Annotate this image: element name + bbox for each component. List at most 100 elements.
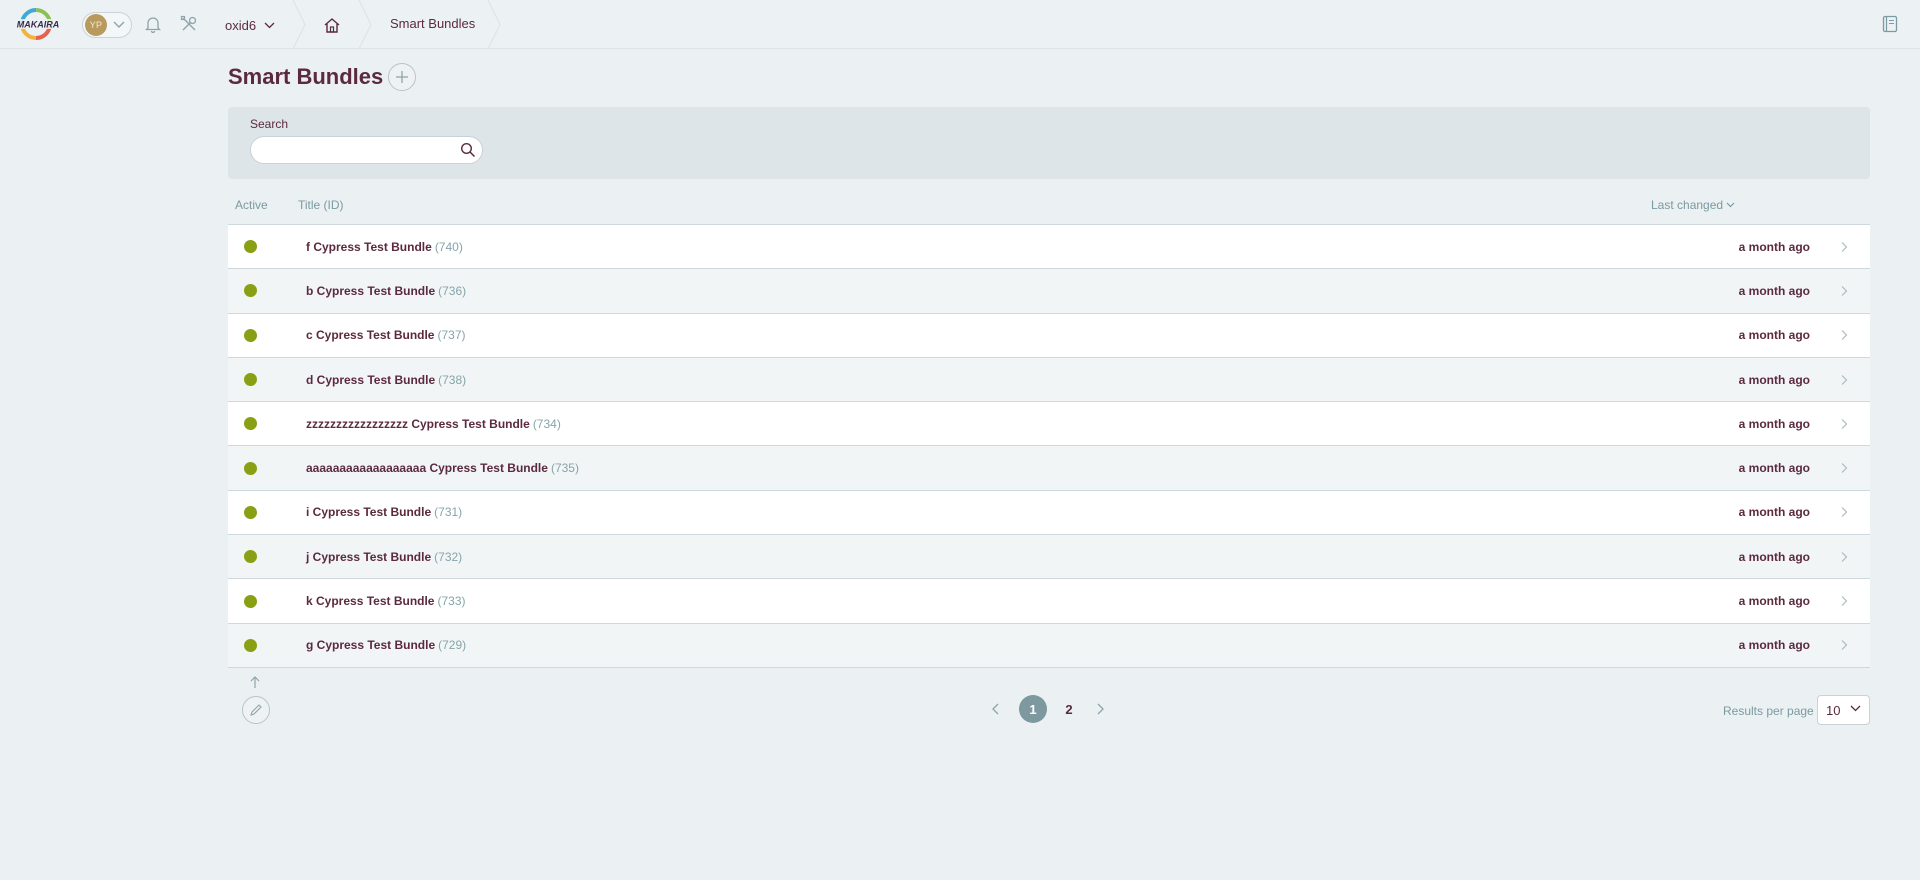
bundle-list: f Cypress Test Bundle (740) a month ago b C…: [228, 224, 1870, 668]
makaira-logo[interactable]: MAKAIRA: [10, 8, 66, 40]
table-row[interactable]: aaaaaaaaaaaaaaaaaa Cypress Test Bundle (7…: [228, 446, 1870, 491]
add-bundle-button[interactable]: [388, 63, 416, 91]
page-1-button[interactable]: 1: [1019, 695, 1047, 723]
table-row[interactable]: d Cypress Test Bundle (738) a month ago: [228, 357, 1870, 403]
tools-icon[interactable]: [179, 14, 199, 34]
last-changed: a month ago: [1738, 328, 1810, 343]
chevron-right-icon[interactable]: [1838, 551, 1850, 563]
bundle-title: k Cypress Test Bundle (733): [306, 594, 466, 608]
chevron-right-icon[interactable]: [1838, 462, 1850, 474]
chevron-right-icon[interactable]: [1838, 506, 1850, 518]
breadcrumb-separator: [487, 0, 501, 49]
last-changed: a month ago: [1738, 505, 1810, 520]
column-header-label: Last changed: [1651, 198, 1724, 212]
last-changed: a month ago: [1738, 283, 1810, 298]
bundle-id: (740): [434, 239, 463, 254]
bundle-title: b Cypress Test Bundle (736): [306, 284, 466, 298]
chevron-right-icon[interactable]: [1838, 418, 1850, 430]
bundle-title: d Cypress Test Bundle (738): [306, 373, 466, 387]
bundle-id: (732): [434, 549, 463, 564]
results-per-page-select[interactable]: 10: [1817, 695, 1870, 725]
results-per-page-value: 10: [1826, 702, 1841, 718]
bundle-id: (729): [438, 638, 467, 653]
page-2-button[interactable]: 2: [1055, 695, 1083, 723]
chevron-down-icon: [113, 21, 125, 28]
bundle-id: (731): [434, 505, 463, 520]
shop-selector[interactable]: oxid6: [225, 16, 275, 34]
last-changed: a month ago: [1738, 638, 1810, 653]
bundle-name: k Cypress Test Bundle: [306, 594, 435, 609]
bundle-id: (735): [550, 461, 579, 476]
breadcrumb-separator: [292, 0, 306, 49]
bundle-title: j Cypress Test Bundle (732): [306, 550, 462, 564]
table-row[interactable]: k Cypress Test Bundle (733) a month ago: [228, 579, 1870, 624]
bundle-title: c Cypress Test Bundle (737): [306, 328, 466, 342]
active-status-dot: [244, 550, 257, 564]
arrow-up-icon[interactable]: [248, 675, 262, 689]
bundle-title: zzzzzzzzzzzzzzzzz Cypress Test Bundle (73…: [306, 417, 561, 431]
edit-button[interactable]: [242, 696, 270, 724]
active-status-dot: [244, 505, 257, 519]
bundle-id: (736): [438, 283, 467, 298]
breadcrumb-current[interactable]: Smart Bundles: [390, 16, 475, 31]
last-changed: a month ago: [1738, 239, 1810, 254]
bundle-id: (733): [437, 594, 466, 609]
table-row[interactable]: c Cypress Test Bundle (737) a month ago: [228, 313, 1870, 358]
active-status-dot: [244, 240, 257, 254]
top-bar: MAKAIRA YP oxid6 Smart Bundles: [0, 0, 1920, 49]
search-label: Search: [250, 117, 289, 131]
chevron-right-icon[interactable]: [1838, 329, 1850, 341]
bundle-id: (737): [437, 328, 466, 343]
column-header-last-changed[interactable]: Last changed: [1651, 198, 1735, 212]
last-changed: a month ago: [1738, 416, 1810, 431]
filter-panel: Search: [228, 107, 1870, 179]
previous-page-button[interactable]: [985, 699, 1005, 719]
bundle-name: i Cypress Test Bundle: [306, 505, 432, 520]
table-row[interactable]: g Cypress Test Bundle (729) a month ago: [228, 623, 1870, 668]
bundle-id: (734): [532, 416, 561, 431]
pencil-icon: [250, 704, 262, 716]
search-icon[interactable]: [460, 142, 476, 158]
active-status-dot: [244, 373, 257, 387]
bundle-title: aaaaaaaaaaaaaaaaaa Cypress Test Bundle (7…: [306, 461, 579, 475]
chevron-right-icon[interactable]: [1838, 374, 1850, 386]
chevron-down-icon: [1850, 705, 1861, 712]
user-menu-toggle[interactable]: YP: [82, 12, 132, 38]
search-input[interactable]: [251, 137, 451, 163]
last-changed: a month ago: [1738, 372, 1810, 387]
table-row[interactable]: b Cypress Test Bundle (736) a month ago: [228, 269, 1870, 314]
chevron-right-icon[interactable]: [1838, 241, 1850, 253]
avatar: YP: [85, 14, 107, 36]
table-row[interactable]: j Cypress Test Bundle (732) a month ago: [228, 535, 1870, 580]
last-changed: a month ago: [1738, 461, 1810, 476]
bell-icon[interactable]: [143, 14, 163, 34]
bundle-name: zzzzzzzzzzzzzzzzz Cypress Test Bundle: [306, 416, 530, 431]
active-status-dot: [244, 328, 257, 342]
chevron-right-icon[interactable]: [1838, 639, 1850, 651]
bundle-name: aaaaaaaaaaaaaaaaaa Cypress Test Bundle: [306, 461, 548, 476]
bundle-title: i Cypress Test Bundle (731): [306, 505, 462, 519]
table-row[interactable]: zzzzzzzzzzzzzzzzz Cypress Test Bundle (73…: [228, 402, 1870, 447]
bundle-name: b Cypress Test Bundle: [306, 283, 436, 298]
last-changed: a month ago: [1738, 549, 1810, 564]
active-status-dot: [244, 594, 257, 608]
documentation-icon[interactable]: [1880, 13, 1900, 35]
bundle-name: c Cypress Test Bundle: [306, 328, 435, 343]
home-icon[interactable]: [321, 14, 343, 36]
sort-down-icon: [1726, 202, 1735, 208]
bundle-title: f Cypress Test Bundle (740): [306, 240, 463, 254]
bundle-name: g Cypress Test Bundle: [306, 638, 436, 653]
shop-name: oxid6: [225, 17, 257, 33]
chevron-right-icon[interactable]: [1838, 285, 1850, 297]
column-header-title[interactable]: Title (ID): [298, 198, 344, 212]
chevron-down-icon: [264, 22, 275, 28]
chevron-right-icon[interactable]: [1838, 595, 1850, 607]
active-status-dot: [244, 284, 257, 298]
table-row[interactable]: i Cypress Test Bundle (731) a month ago: [228, 490, 1870, 536]
table-row[interactable]: f Cypress Test Bundle (740) a month ago: [228, 225, 1870, 270]
bundle-id: (738): [438, 372, 467, 387]
next-page-button[interactable]: [1091, 699, 1111, 719]
column-header-active[interactable]: Active: [235, 198, 268, 212]
active-status-dot: [244, 638, 257, 652]
logo-text: MAKAIRA: [17, 20, 60, 30]
